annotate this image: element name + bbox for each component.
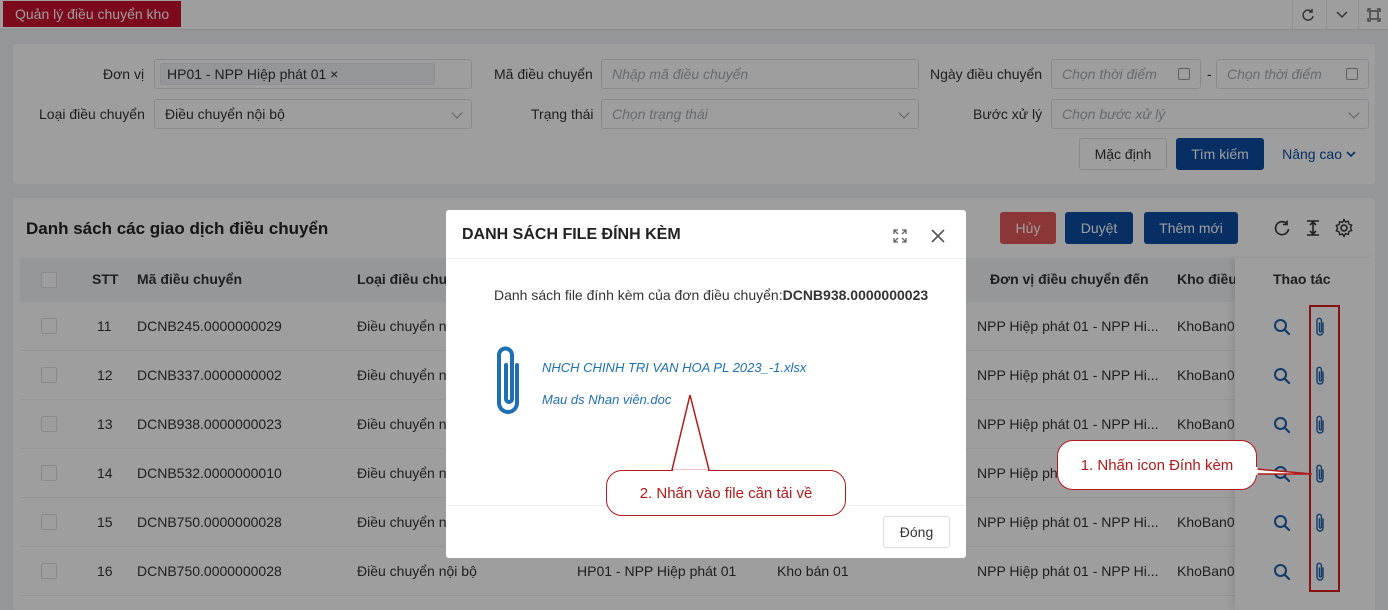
callout-pointer-joins <box>673 467 1258 475</box>
